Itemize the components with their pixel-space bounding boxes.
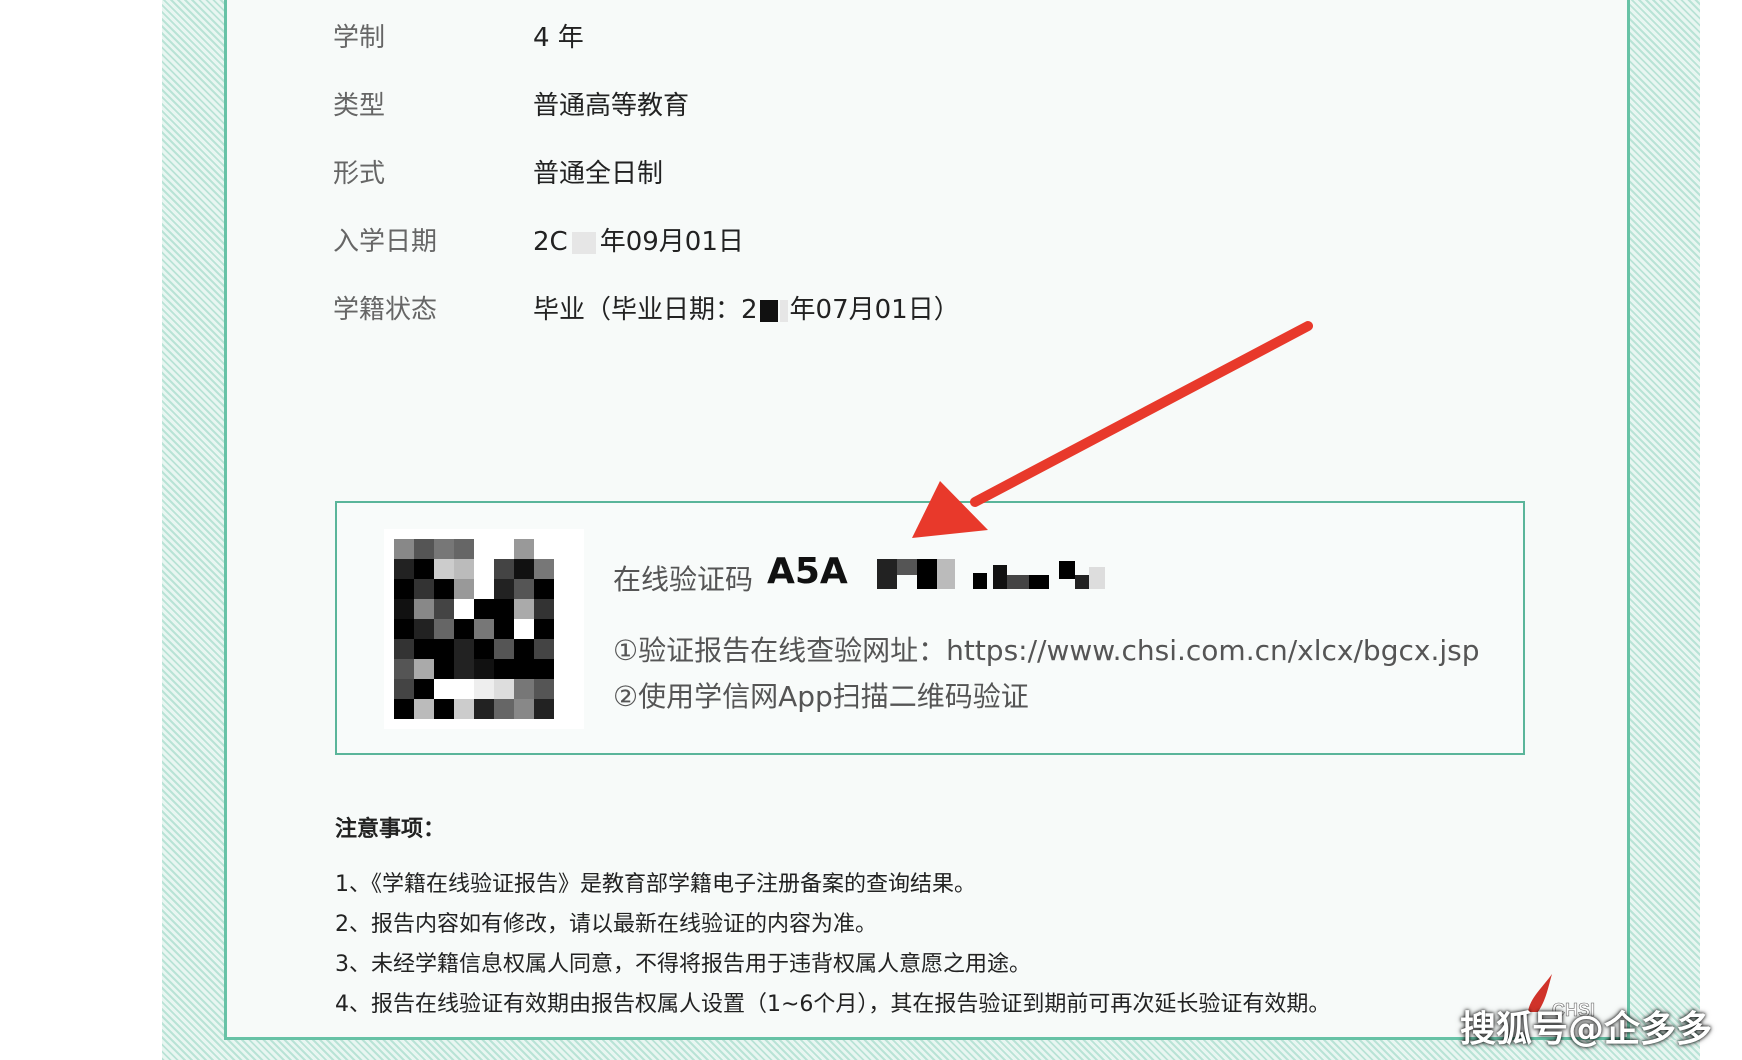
field-label: 学制 (333, 23, 386, 53)
field-value: 4 年 (533, 23, 584, 53)
app-scan-instruction: ②使用学信网App扫描二维码验证 (613, 680, 1029, 713)
note-item: 3、未经学籍信息权属人同意，不得将报告用于违背权属人意愿之用途。 (335, 952, 1031, 977)
note-item: 1、《学籍在线验证报告》是教育部学籍电子注册备案的查询结果。 (335, 872, 976, 897)
notes-title: 注意事项： (335, 817, 446, 842)
note-item: 2、报告内容如有修改，请以最新在线验证的内容为准。 (335, 912, 877, 937)
watermark: 搜狐号@企多多 (1460, 1009, 1713, 1050)
field-label: 入学日期 (333, 227, 438, 257)
note-item: 4、报告在线验证有效期由报告权属人设置（1~6个月），其在报告验证到期前可再次延… (335, 992, 1331, 1017)
verification-box: 在线验证码 A5A ①验证报告在线查验网址：https://www.chsi.c… (335, 501, 1525, 755)
redaction-mask (779, 299, 788, 322)
verification-code[interactable]: A5A (767, 551, 848, 592)
status-suffix: 年07月01日） (789, 295, 960, 325)
field-value: 2C 年09月01日 (533, 227, 744, 257)
field-value: 普通全日制 (533, 159, 664, 189)
date-prefix: 2C (533, 227, 568, 257)
verification-url-instruction[interactable]: ①验证报告在线查验网址：https://www.chsi.com.cn/xlcx… (613, 629, 1479, 669)
qr-code[interactable] (384, 529, 584, 729)
guilloche-border-right (1630, 0, 1700, 1060)
redaction-mask (571, 231, 596, 254)
field-value: 普通高等教育 (533, 91, 690, 121)
code-label: 在线验证码 (613, 563, 754, 596)
field-label: 类型 (333, 91, 386, 121)
field-value: 毕业（毕业日期：2 年07月01日） (533, 295, 960, 325)
qr-code-pixelated (384, 529, 584, 729)
redaction-mask (759, 299, 778, 322)
field-label: 形式 (333, 159, 386, 189)
field-label: 学籍状态 (333, 295, 438, 325)
guilloche-border-left (162, 0, 224, 1060)
verification-code-redaction (877, 557, 1177, 595)
date-suffix: 年09月01日 (599, 227, 744, 257)
status-prefix: 毕业（毕业日期：2 (533, 295, 758, 325)
